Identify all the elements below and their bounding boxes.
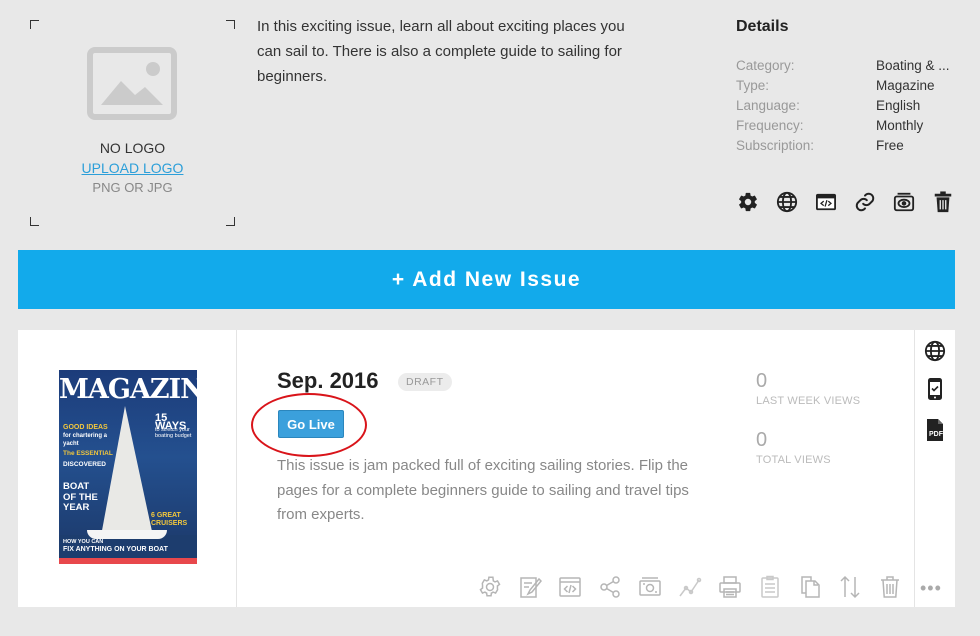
detail-value: Monthly: [876, 118, 924, 133]
issue-cover-image[interactable]: MAGAZINE 15 WAYS to stretch your boating…: [59, 370, 197, 564]
detail-value: Free: [876, 138, 904, 153]
detail-key: Type:: [736, 78, 770, 93]
globe-icon[interactable]: [924, 340, 946, 362]
detail-key: Language:: [736, 98, 800, 113]
detail-row-language: Language: English: [736, 98, 966, 118]
cover-text: The ESSENTIAL: [63, 450, 113, 457]
cover-text: to stretch your boating budget: [155, 427, 192, 439]
detail-key: Subscription:: [736, 138, 815, 153]
upload-logo-link[interactable]: UPLOAD LOGO: [30, 160, 235, 176]
cover-strip: [59, 558, 197, 564]
issue-card: MAGAZINE 15 WAYS to stretch your boating…: [18, 330, 955, 607]
detail-row-type: Type: Magazine: [736, 78, 966, 98]
stat-label: TOTAL VIEWS: [756, 454, 831, 466]
stat-value: 0: [756, 370, 768, 392]
issue-title: Sep. 2016: [277, 368, 379, 393]
logo-upload-area[interactable]: NO LOGO UPLOAD LOGO PNG OR JPG: [30, 20, 235, 226]
mobile-icon[interactable]: [924, 377, 946, 400]
detail-key: Frequency:: [736, 118, 804, 133]
svg-text:PDF: PDF: [929, 431, 944, 438]
cover-sail: [101, 406, 153, 536]
cover-masthead: MAGAZINE: [59, 374, 197, 405]
sell-icon[interactable]: [638, 575, 662, 599]
link-icon[interactable]: [854, 191, 876, 213]
logo-format-hint: PNG OR JPG: [92, 180, 173, 195]
cover-text: DISCOVERED: [63, 461, 106, 468]
stat-label: LAST WEEK VIEWS: [756, 395, 861, 407]
gear-icon[interactable]: [478, 575, 502, 599]
cover-text: GOOD IDEAS: [63, 424, 108, 431]
issue-side-rail: PDF: [914, 330, 955, 607]
crop-corner: [226, 20, 235, 29]
cover-text: FIX ANYTHING ON YOUR BOAT: [63, 546, 168, 553]
copy-icon[interactable]: [798, 575, 822, 599]
pdf-icon[interactable]: PDF: [924, 418, 946, 441]
detail-row-frequency: Frequency: Monthly: [736, 118, 966, 138]
more-options-button[interactable]: •••: [920, 578, 942, 599]
trash-icon[interactable]: [932, 191, 954, 213]
image-placeholder-icon: [87, 47, 177, 120]
stats-icon[interactable]: [678, 575, 702, 599]
status-badge: DRAFT: [398, 373, 452, 391]
publication-actions: [737, 191, 954, 213]
cover-text: for chartering a yacht: [63, 433, 108, 447]
issue-actions: [478, 575, 902, 599]
toc-icon[interactable]: [758, 575, 782, 599]
reorder-icon[interactable]: [838, 575, 862, 599]
detail-value: Boating & ...: [876, 58, 950, 73]
cover-column: MAGAZINE 15 WAYS to stretch your boating…: [18, 330, 237, 607]
embed-icon[interactable]: [815, 191, 837, 213]
cover-text: BOAT OF THE YEAR: [63, 481, 98, 513]
share-icon[interactable]: [598, 575, 622, 599]
detail-row-subscription: Subscription: Free: [736, 138, 966, 158]
globe-icon[interactable]: [776, 191, 798, 213]
go-live-button[interactable]: Go Live: [278, 410, 344, 438]
detail-key: Category:: [736, 58, 795, 73]
stat-value: 0: [756, 429, 768, 451]
detail-row-category: Category: Boating & ...: [736, 58, 966, 78]
details-title: Details: [736, 18, 789, 35]
crop-corner: [226, 217, 235, 226]
last-week-views-stat: 0 LAST WEEK VIEWS: [756, 370, 860, 407]
edit-icon[interactable]: [518, 575, 542, 599]
detail-value: English: [876, 98, 921, 113]
print-icon[interactable]: [718, 575, 742, 599]
embed-icon[interactable]: [558, 575, 582, 599]
detail-value: Magazine: [876, 78, 935, 93]
subscribe-icon[interactable]: [893, 191, 915, 213]
cover-text: HOW YOU CAN: [63, 539, 104, 545]
publication-description: In this exciting issue, learn all about …: [257, 18, 625, 85]
gear-icon[interactable]: [737, 191, 759, 213]
no-logo-text: NO LOGO: [99, 140, 166, 156]
total-views-stat: 0 TOTAL VIEWS: [756, 429, 831, 466]
cover-text: 6 GREAT CRUISERS: [151, 512, 188, 527]
crop-corner: [30, 20, 39, 29]
add-new-issue-button[interactable]: + Add New Issue: [18, 250, 955, 309]
trash-icon[interactable]: [878, 575, 902, 599]
details-panel: Details Category: Boating & ... Type: Ma…: [736, 18, 966, 158]
issue-description: This issue is jam packed full of excitin…: [277, 457, 689, 523]
crop-corner: [30, 217, 39, 226]
